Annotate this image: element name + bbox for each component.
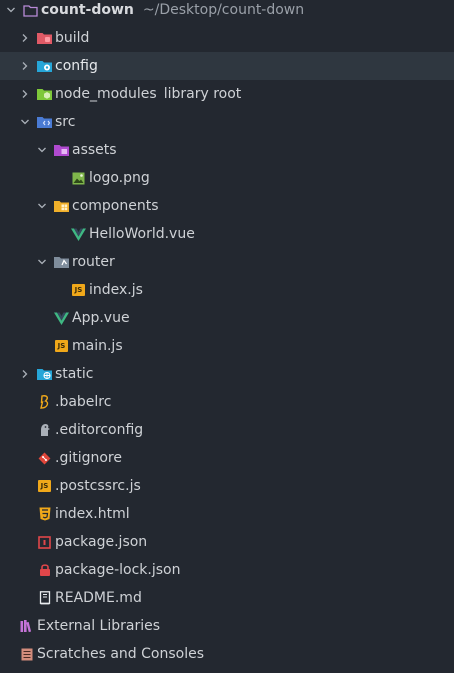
chevron-right-icon[interactable]	[20, 80, 30, 108]
tree-item-label: index.js	[89, 282, 143, 298]
tree-item-label: build	[55, 30, 90, 46]
tree-item-label: static	[55, 366, 94, 382]
tree-row-package-json[interactable]: package.json	[0, 528, 454, 556]
tree-item-label: .editorconfig	[55, 422, 144, 438]
tree-row-app-vue[interactable]: App.vue	[0, 304, 454, 332]
image-icon	[71, 171, 86, 186]
chevron-down-icon[interactable]	[6, 0, 16, 24]
project-tree: count-down ~/Desktop/count-down build co…	[0, 0, 454, 673]
tree-row-babelrc[interactable]: .babelrc	[0, 388, 454, 416]
library-root-tag: library root	[163, 86, 242, 102]
tree-item-label: node_modules	[55, 86, 157, 102]
tree-row-router[interactable]: router	[0, 248, 454, 276]
tree-item-label: logo.png	[89, 170, 150, 186]
tree-item-label: App.vue	[72, 310, 130, 326]
external-libraries-icon	[19, 619, 34, 634]
chevron-right-icon[interactable]	[20, 360, 30, 388]
tree-row-helloworld-vue[interactable]: HelloWorld.vue	[0, 220, 454, 248]
scratches-label: Scratches and Consoles	[37, 646, 204, 662]
chevron-right-icon[interactable]	[20, 24, 30, 52]
tree-row-external-libraries[interactable]: External Libraries	[0, 612, 454, 640]
chevron-down-icon[interactable]	[37, 136, 47, 164]
components-folder-icon	[54, 199, 69, 214]
readme-icon	[37, 591, 52, 606]
tree-item-label: components	[72, 198, 159, 214]
tree-item-label: README.md	[55, 590, 142, 606]
node-folder-icon	[37, 87, 52, 102]
npm-icon	[37, 535, 52, 550]
tree-row-editorconfig[interactable]: .editorconfig	[0, 416, 454, 444]
tree-row-static[interactable]: static	[0, 360, 454, 388]
tree-row-gitignore[interactable]: .gitignore	[0, 444, 454, 472]
scratches-icon	[19, 647, 34, 662]
src-folder-icon	[37, 115, 52, 130]
tree-item-label: index.html	[55, 506, 130, 522]
project-name: count-down	[41, 2, 134, 18]
tree-item-label: package-lock.json	[55, 562, 181, 578]
config-folder-icon	[37, 59, 52, 74]
tree-item-label: main.js	[72, 338, 123, 354]
editorconfig-icon	[37, 423, 52, 438]
vue-icon	[54, 311, 69, 326]
js-icon: JS	[37, 479, 52, 494]
js-icon: JS	[54, 339, 69, 354]
tree-item-label: config	[55, 58, 98, 74]
chevron-down-icon[interactable]	[37, 192, 47, 220]
tree-row-readme-md[interactable]: README.md	[0, 584, 454, 612]
git-icon	[37, 451, 52, 466]
external-libraries-label: External Libraries	[37, 618, 160, 634]
tree-item-label: .gitignore	[55, 450, 122, 466]
tree-row-src[interactable]: src	[0, 108, 454, 136]
chevron-down-icon[interactable]	[37, 248, 47, 276]
tree-row-assets[interactable]: assets	[0, 136, 454, 164]
tree-item-label: .postcssrc.js	[55, 478, 141, 494]
lock-icon	[37, 563, 52, 578]
project-path: ~/Desktop/count-down	[142, 2, 305, 18]
project-folder-icon	[23, 3, 38, 18]
tree-row-scratches[interactable]: Scratches and Consoles	[0, 640, 454, 668]
js-icon: JS	[71, 283, 86, 298]
tree-row-config[interactable]: config	[0, 52, 454, 80]
vue-icon	[71, 227, 86, 242]
tree-item-label: assets	[72, 142, 117, 158]
tree-row-logo-png[interactable]: logo.png	[0, 164, 454, 192]
router-folder-icon	[54, 255, 69, 270]
html-icon	[37, 507, 52, 522]
tree-row-main-js[interactable]: JS main.js	[0, 332, 454, 360]
static-folder-icon	[37, 367, 52, 382]
assets-folder-icon	[54, 143, 69, 158]
tree-item-label: .babelrc	[55, 394, 112, 410]
tree-row-index-html[interactable]: index.html	[0, 500, 454, 528]
tree-row-project-root[interactable]: count-down ~/Desktop/count-down	[0, 0, 454, 24]
tree-item-label: HelloWorld.vue	[89, 226, 195, 242]
tree-row-package-lock-json[interactable]: package-lock.json	[0, 556, 454, 584]
tree-item-label: router	[72, 254, 115, 270]
tree-item-label: package.json	[55, 534, 148, 550]
tree-row-components[interactable]: components	[0, 192, 454, 220]
tree-row-node-modules[interactable]: node_modules library root	[0, 80, 454, 108]
folder-icon	[37, 31, 52, 46]
tree-item-label: src	[55, 114, 76, 130]
chevron-down-icon[interactable]	[20, 108, 30, 136]
tree-row-router-index-js[interactable]: JS index.js	[0, 276, 454, 304]
tree-row-postcssrc-js[interactable]: JS .postcssrc.js	[0, 472, 454, 500]
babel-icon	[37, 395, 52, 410]
chevron-right-icon[interactable]	[20, 52, 30, 80]
tree-row-build[interactable]: build	[0, 24, 454, 52]
